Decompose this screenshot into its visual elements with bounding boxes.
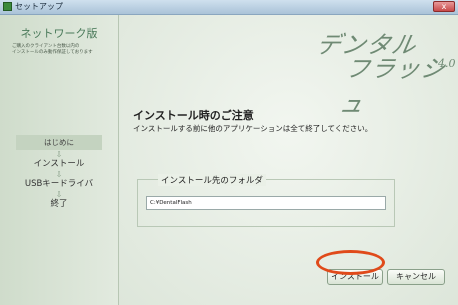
close-button[interactable]: x — [433, 1, 455, 12]
notice-body: インストールする前に他のアプリケーションは全て終了してください。 — [133, 124, 373, 133]
close-icon: x — [441, 2, 447, 11]
main-panel: デンタル フラッシュ 4.0 インストール時のご注意 インストールする前に他のア… — [119, 15, 458, 305]
edition-title: ネットワーク版 — [20, 27, 98, 40]
sidebar: ネットワーク版 ご購入のクライアント台数以内の インストールのみ動作保証しており… — [0, 15, 119, 305]
cancel-button[interactable]: キャンセル — [387, 269, 445, 285]
step-usb-driver: USBキードライバ — [24, 179, 94, 189]
arrow-down-icon: ⇩ — [55, 190, 63, 199]
logo-version: 4.0 — [438, 57, 456, 70]
title-bar: セットアップ x — [0, 0, 458, 15]
step-list: はじめに ⇩ インストール ⇩ USBキードライバ ⇩ 終了 — [0, 135, 118, 210]
license-note: ご購入のクライアント台数以内の インストールのみ動作保証しております — [12, 44, 93, 55]
install-folder-input[interactable]: C:¥DentalFlash — [146, 196, 386, 210]
notice-title: インストール時のご注意 — [133, 109, 254, 122]
install-button[interactable]: インストール — [327, 269, 383, 285]
install-folder-group: インストール先のフォルダ C:¥DentalFlash — [137, 174, 395, 227]
arrow-down-icon: ⇩ — [55, 150, 63, 159]
install-folder-label: インストール先のフォルダ — [158, 174, 266, 186]
arrow-down-icon: ⇩ — [55, 170, 63, 179]
app-icon — [3, 2, 12, 11]
window-title: セットアップ — [15, 2, 63, 11]
setup-window: セットアップ x ネットワーク版 ご購入のクライアント台数以内の インストールの… — [0, 0, 458, 305]
step-install: インストール — [33, 159, 85, 169]
step-finish: 終了 — [50, 199, 68, 209]
step-intro: はじめに — [16, 135, 102, 150]
